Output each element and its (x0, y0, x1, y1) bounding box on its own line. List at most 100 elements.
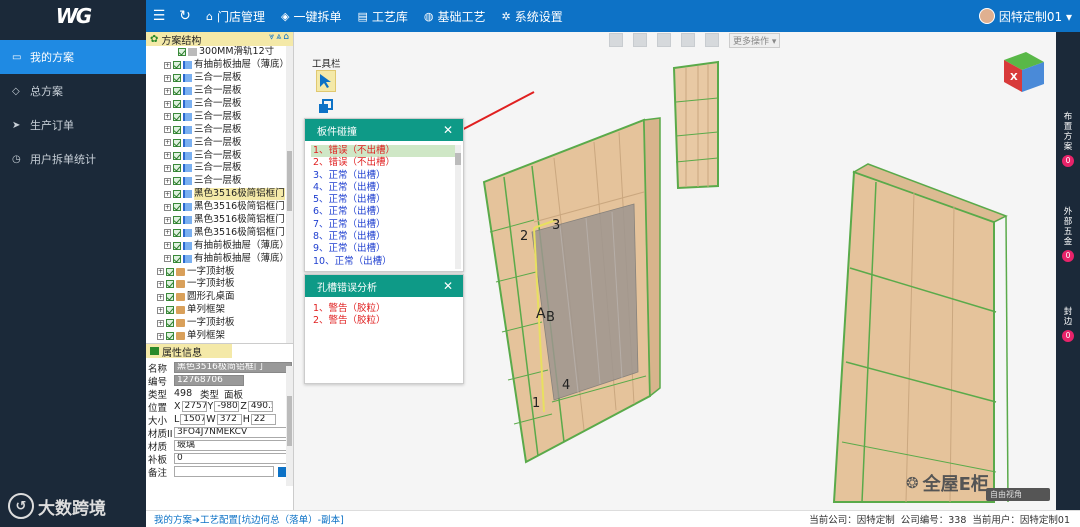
close-icon[interactable]: ✕ (443, 123, 453, 137)
tree-row[interactable]: + 有抽前板抽屉（薄底） (146, 239, 293, 252)
user-menu[interactable]: 因特定制01 ▾ (978, 0, 1072, 32)
collision-item[interactable]: 4、正常（出槽） (311, 182, 459, 194)
checkbox[interactable] (166, 293, 174, 302)
sidebar-item-1[interactable]: ◇ 总方案 (0, 74, 146, 108)
checkbox[interactable] (166, 332, 174, 341)
prop-x-input[interactable]: 2757.7 (181, 401, 207, 412)
nav-refresh-button[interactable]: ↻ (172, 8, 198, 24)
prop-patch-input[interactable]: 0 (174, 453, 292, 464)
collision-item[interactable]: 8、正常（出槽） (311, 231, 459, 243)
checkbox[interactable] (173, 203, 181, 212)
sidebar-item-2[interactable]: ➤ 生产订单 (0, 108, 146, 142)
props-scrollbar[interactable] (286, 366, 293, 486)
checkbox[interactable] (166, 306, 174, 315)
expand-icon[interactable]: + (157, 332, 164, 340)
checkbox[interactable] (173, 138, 181, 147)
expand-icon[interactable]: + (164, 216, 171, 224)
expand-icon[interactable]: + (157, 319, 164, 327)
tree-scrollbar[interactable] (286, 46, 293, 343)
nav-home-button[interactable]: ⌂ 门店管理 (198, 0, 273, 32)
tree-row[interactable]: + 三合一层板 (146, 85, 293, 98)
view-cube[interactable]: X (1000, 48, 1046, 94)
expand-icon[interactable]: + (164, 229, 171, 237)
hole-item[interactable]: 1、警告（胶粒） (311, 303, 463, 315)
tree-row[interactable]: + 黑色3516极简铝框门 (146, 201, 293, 214)
expand-icon[interactable]: + (164, 177, 171, 185)
tree-row[interactable]: + 三合一层板 (146, 136, 293, 149)
collision-item[interactable]: 2、错误（不出槽） (311, 157, 459, 169)
tree-row[interactable]: + 三合一层板 (146, 98, 293, 111)
prop-z-input[interactable]: 490.5 (247, 401, 273, 412)
rail-item-1[interactable]: 外部五金 0 (1056, 207, 1080, 262)
expand-icon[interactable]: + (164, 139, 171, 147)
copy-tool-button[interactable] (316, 96, 336, 118)
tree-row[interactable]: + 单列框架 (146, 304, 293, 317)
tree-row[interactable]: + 三合一层板 (146, 123, 293, 136)
view-mode-select[interactable]: 自由视角 (986, 488, 1050, 501)
sidebar-item-3[interactable]: ◷ 用户拆单统计 (0, 142, 146, 176)
prop-l-input[interactable]: 1507.5 (180, 414, 206, 425)
prop-code-value[interactable]: 12768706 (174, 375, 244, 386)
expand-icon[interactable]: + (164, 126, 171, 134)
expand-icon[interactable]: + (157, 306, 164, 314)
tree-row[interactable]: 300MM滑轨12寸 (146, 46, 293, 59)
checkbox[interactable] (173, 216, 181, 225)
prop-note-input[interactable] (174, 466, 274, 477)
collision-item[interactable]: 1、错误（不出槽） (311, 145, 459, 158)
checkbox[interactable] (173, 125, 181, 134)
collision-item[interactable]: 5、正常（出槽） (311, 194, 459, 206)
tree-row[interactable]: + 一字顶封板 (146, 278, 293, 291)
expand-icon[interactable]: + (164, 255, 171, 263)
tree-row[interactable]: + 三合一层板 (146, 162, 293, 175)
nav-palette-button[interactable]: ◍ 基础工艺 (416, 0, 494, 32)
checkbox[interactable] (173, 254, 181, 263)
collision-scrollbar[interactable] (455, 145, 461, 269)
checkbox[interactable] (173, 61, 181, 70)
expand-icon[interactable]: + (157, 268, 164, 276)
tree-row[interactable]: + 有抽前板抽屉（薄底） (146, 252, 293, 265)
checkbox[interactable] (173, 100, 181, 108)
expand-icon[interactable]: + (164, 61, 171, 69)
collision-item[interactable]: 10、正常（出槽） (311, 256, 459, 268)
breadcrumb[interactable]: 我的方案➔工艺配置[坑边何总（落单）-副本] (146, 512, 344, 526)
checkbox[interactable] (173, 190, 181, 199)
nav-library-button[interactable]: ▤ 工艺库 (349, 0, 415, 32)
tree-row[interactable]: + 黑色3516极简铝框门 (146, 226, 293, 239)
checkbox[interactable] (173, 241, 181, 250)
expand-icon[interactable]: + (164, 164, 171, 172)
checkbox[interactable] (173, 151, 181, 160)
expand-icon[interactable]: + (164, 74, 171, 82)
checkbox[interactable] (166, 319, 174, 328)
prop-name-value[interactable]: 黑色3516极简铝框门 (174, 362, 292, 373)
checkbox[interactable] (173, 74, 181, 83)
tree-row[interactable]: + 黑色3516极简铝框门 (146, 214, 293, 227)
prop-matid-input[interactable]: 3FO4J7NMEKCV (174, 427, 292, 438)
sidebar-item-0[interactable]: ▭ 我的方案 (0, 40, 146, 74)
prop-y-input[interactable]: -9804. (214, 401, 240, 412)
rail-item-0[interactable]: 布置方案 0 (1056, 112, 1080, 167)
checkbox[interactable] (173, 228, 181, 237)
nav-menu-button[interactable]: ☰ (146, 8, 172, 24)
select-tool-button[interactable] (316, 70, 336, 92)
expand-icon[interactable]: + (164, 190, 171, 198)
rail-item-2[interactable]: 封边 0 (1056, 307, 1080, 342)
collision-item[interactable]: 7、正常（出槽） (311, 219, 459, 231)
collision-item[interactable]: 6、正常（出槽） (311, 206, 459, 218)
prop-h-input[interactable]: 22 (250, 414, 276, 425)
collision-item[interactable]: 3、正常（出槽） (311, 170, 459, 182)
collision-scroll-thumb[interactable] (455, 153, 461, 165)
nav-gear-button[interactable]: ✲ 系统设置 (494, 0, 571, 32)
tree-row[interactable]: + 三合一层板 (146, 175, 293, 188)
tree-row[interactable]: + 三合一层板 (146, 72, 293, 85)
checkbox[interactable] (173, 112, 181, 121)
checkbox[interactable] (173, 164, 181, 173)
checkbox[interactable] (166, 267, 174, 276)
tree-tools[interactable]: ⩔⩓⌂ (269, 32, 291, 42)
expand-icon[interactable]: + (164, 152, 171, 160)
tree-row[interactable]: + 单列框架 (146, 330, 293, 343)
checkbox[interactable] (173, 87, 181, 96)
nav-shield-button[interactable]: ◈ 一键拆单 (273, 0, 349, 32)
checkbox[interactable] (178, 48, 186, 57)
expand-icon[interactable]: + (164, 242, 171, 250)
props-scroll-thumb[interactable] (287, 396, 292, 446)
